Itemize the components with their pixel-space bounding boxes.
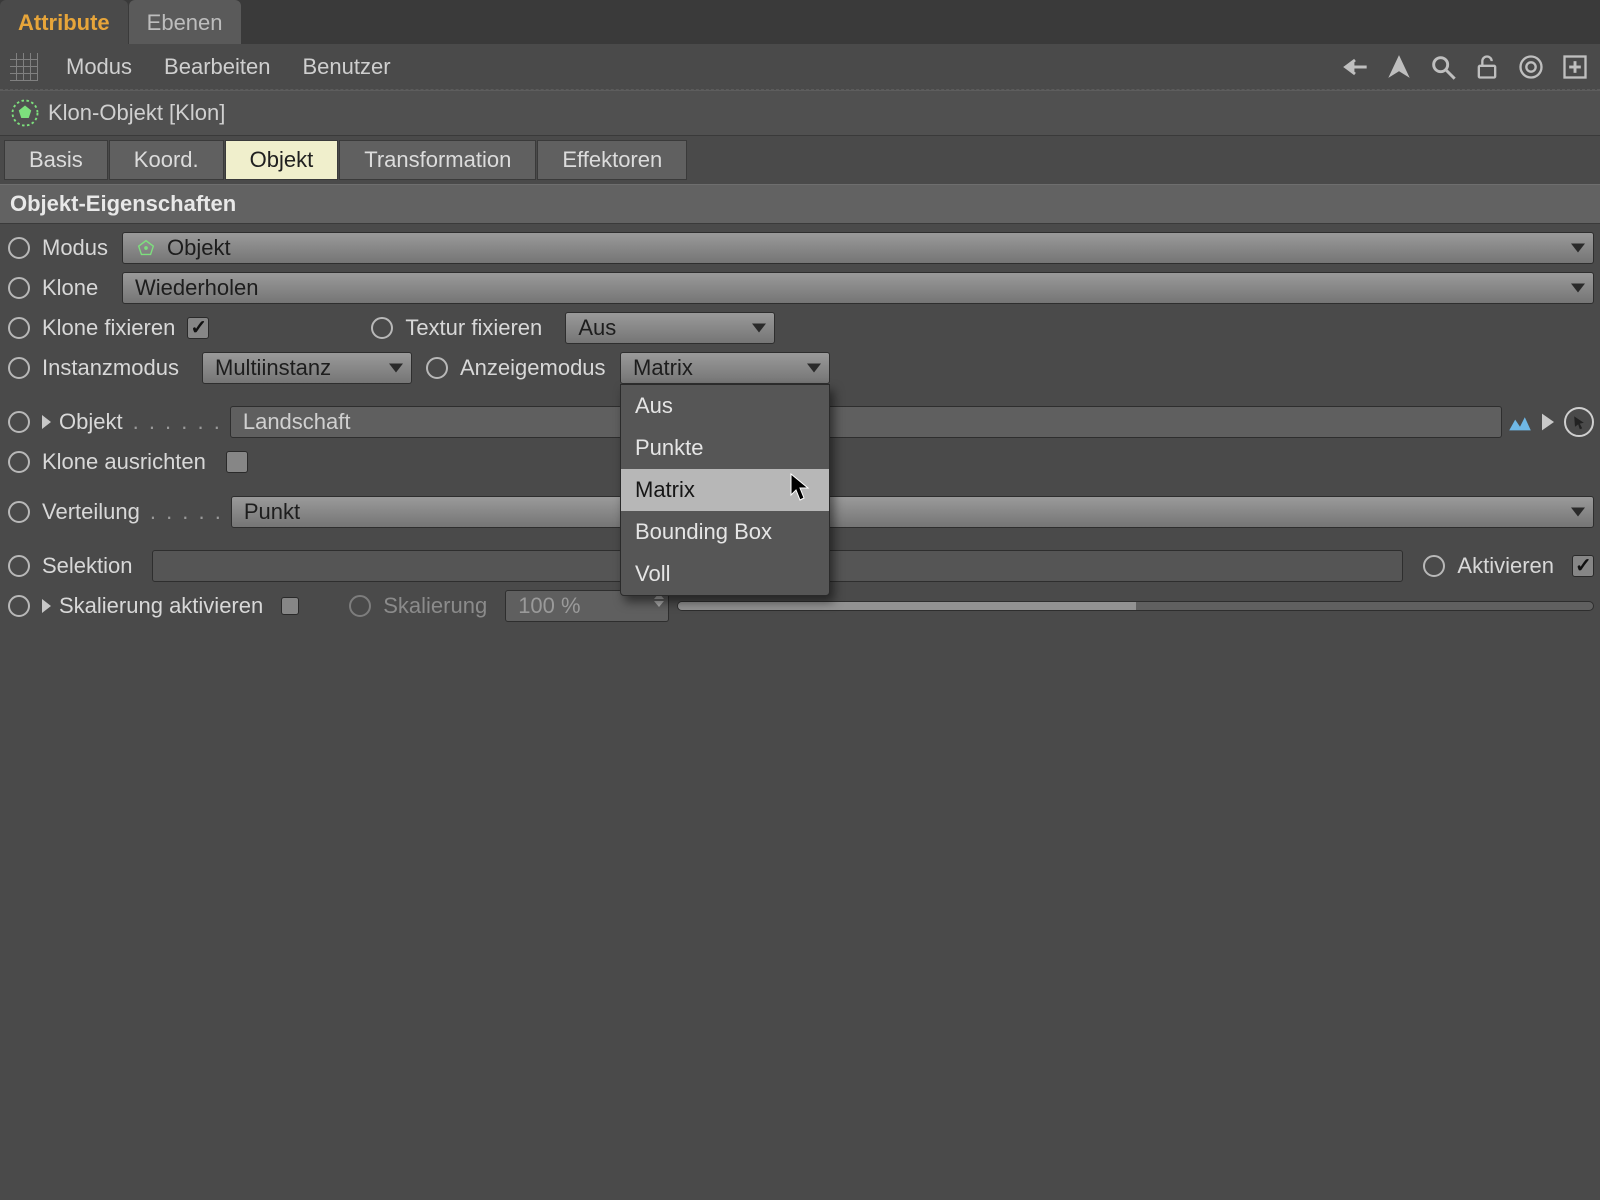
property-tabs: Basis Koord. Objekt Transformation Effek… xyxy=(0,136,1600,180)
tab-basis[interactable]: Basis xyxy=(4,140,108,180)
tab-effektoren[interactable]: Effektoren xyxy=(537,140,687,180)
dropdown-option-matrix[interactable]: Matrix xyxy=(621,469,829,511)
checkbox-skal-aktivieren[interactable] xyxy=(281,597,299,615)
object-title-bar: Klon-Objekt [Klon] xyxy=(0,90,1600,136)
menu-edit[interactable]: Bearbeiten xyxy=(148,48,286,86)
menu-mode[interactable]: Modus xyxy=(50,48,148,86)
dropdown-option-bounding-box[interactable]: Bounding Box xyxy=(621,511,829,553)
dropdown-option-punkte[interactable]: Punkte xyxy=(621,427,829,469)
checkbox-klone-ausrichten[interactable] xyxy=(226,451,248,473)
anim-dot-skal-aktiv[interactable] xyxy=(8,595,30,617)
dropdown-instanz-value: Multiinstanz xyxy=(215,355,331,381)
expand-triangle-icon[interactable] xyxy=(42,599,51,613)
dropdown-klone[interactable]: Wiederholen xyxy=(122,272,1594,304)
panel-tab-bar: Attribute Ebenen xyxy=(0,0,1600,44)
dropdown-textur-value: Aus xyxy=(578,315,616,341)
dots: . . . . . . xyxy=(133,409,222,435)
anim-dot-anzeige[interactable] xyxy=(426,357,448,379)
dropdown-option-aus[interactable]: Aus xyxy=(621,385,829,427)
goto-icon[interactable] xyxy=(1536,410,1560,434)
dropdown-option-voll[interactable]: Voll xyxy=(621,553,829,595)
attribute-menubar: Modus Bearbeiten Benutzer xyxy=(0,44,1600,90)
tab-layers[interactable]: Ebenen xyxy=(129,0,241,44)
tab-transformation[interactable]: Transformation xyxy=(339,140,536,180)
tab-objekt[interactable]: Objekt xyxy=(225,140,339,180)
checkbox-klone-fixieren[interactable] xyxy=(187,317,209,339)
anim-dot-aktivieren[interactable] xyxy=(1423,555,1445,577)
dropdown-anzeigemodus[interactable]: Matrix xyxy=(620,352,830,384)
label-instanzmodus: Instanzmodus xyxy=(42,355,192,381)
tab-attribute[interactable]: Attribute xyxy=(0,0,128,44)
dropdown-anzeige-value: Matrix xyxy=(633,355,693,381)
dots: . . . . . xyxy=(150,499,223,525)
anim-dot-objekt[interactable] xyxy=(8,411,30,433)
object-title-text: Klon-Objekt [Klon] xyxy=(48,100,225,126)
label-verteilung: Verteilung xyxy=(42,499,140,525)
spinner-skalierung-value: 100 % xyxy=(518,593,580,619)
anim-dot-klone-fix[interactable] xyxy=(8,317,30,339)
up-arrow-icon[interactable] xyxy=(1384,52,1414,82)
chevron-down-icon xyxy=(1571,284,1585,293)
back-arrow-icon[interactable] xyxy=(1340,52,1370,82)
label-skal-aktivieren: Skalierung aktivieren xyxy=(59,593,263,619)
link-field-objekt[interactable]: Landschaft xyxy=(230,406,1502,438)
pick-object-button[interactable] xyxy=(1564,407,1594,437)
section-header: Objekt-Eigenschaften xyxy=(0,184,1600,224)
dropdown-klone-value: Wiederholen xyxy=(135,275,259,301)
anim-dot-selektion[interactable] xyxy=(8,555,30,577)
dropdown-textur-fixieren[interactable]: Aus xyxy=(565,312,775,344)
anim-dot-verteilung[interactable] xyxy=(8,501,30,523)
dropdown-verteilung[interactable]: Punkt xyxy=(231,496,1594,528)
slider-skalierung[interactable] xyxy=(669,601,1594,611)
tab-coord[interactable]: Koord. xyxy=(109,140,224,180)
chevron-down-icon xyxy=(1571,508,1585,517)
anim-dot-klone[interactable] xyxy=(8,277,30,299)
label-objekt: Objekt xyxy=(59,409,123,435)
menu-user[interactable]: Benutzer xyxy=(286,48,406,86)
label-textur-fixieren: Textur fixieren xyxy=(405,315,555,341)
search-icon[interactable] xyxy=(1428,52,1458,82)
dropdown-modus[interactable]: Objekt xyxy=(122,232,1594,264)
anim-dot-modus[interactable] xyxy=(8,237,30,259)
link-objekt-value: Landschaft xyxy=(243,409,351,435)
dropdown-instanzmodus[interactable]: Multiinstanz xyxy=(202,352,412,384)
expand-triangle-icon[interactable] xyxy=(42,415,51,429)
label-aktivieren: Aktivieren xyxy=(1457,553,1554,579)
landscape-icon[interactable] xyxy=(1508,410,1532,434)
anim-dot-skalierung[interactable] xyxy=(349,595,371,617)
checkbox-aktivieren[interactable] xyxy=(1572,555,1594,577)
label-klone: Klone xyxy=(42,275,112,301)
chevron-down-icon xyxy=(807,364,821,373)
label-selektion: Selektion xyxy=(42,553,142,579)
dropdown-popup-anzeigemodus: AusPunkteMatrixBounding BoxVoll xyxy=(620,384,830,596)
label-modus: Modus xyxy=(42,235,112,261)
chevron-down-icon xyxy=(389,364,403,373)
chevron-down-icon xyxy=(1571,244,1585,253)
add-icon[interactable] xyxy=(1560,52,1590,82)
dropdown-verteilung-value: Punkt xyxy=(244,499,300,525)
label-skalierung: Skalierung xyxy=(383,593,487,619)
label-anzeigemodus: Anzeigemodus xyxy=(460,355,610,381)
anim-dot-textur-fix[interactable] xyxy=(371,317,393,339)
anim-dot-ausrichten[interactable] xyxy=(8,451,30,473)
chevron-down-icon xyxy=(752,324,766,333)
anim-dot-instanz[interactable] xyxy=(8,357,30,379)
label-klone-fixieren: Klone fixieren xyxy=(42,315,175,341)
target-icon[interactable] xyxy=(1516,52,1546,82)
cloner-icon xyxy=(10,98,40,128)
label-klone-ausrichten: Klone ausrichten xyxy=(42,449,206,475)
dropdown-modus-value: Objekt xyxy=(167,235,231,261)
lock-icon[interactable] xyxy=(1472,52,1502,82)
object-mode-icon xyxy=(135,237,157,259)
grid-icon[interactable] xyxy=(10,53,38,81)
